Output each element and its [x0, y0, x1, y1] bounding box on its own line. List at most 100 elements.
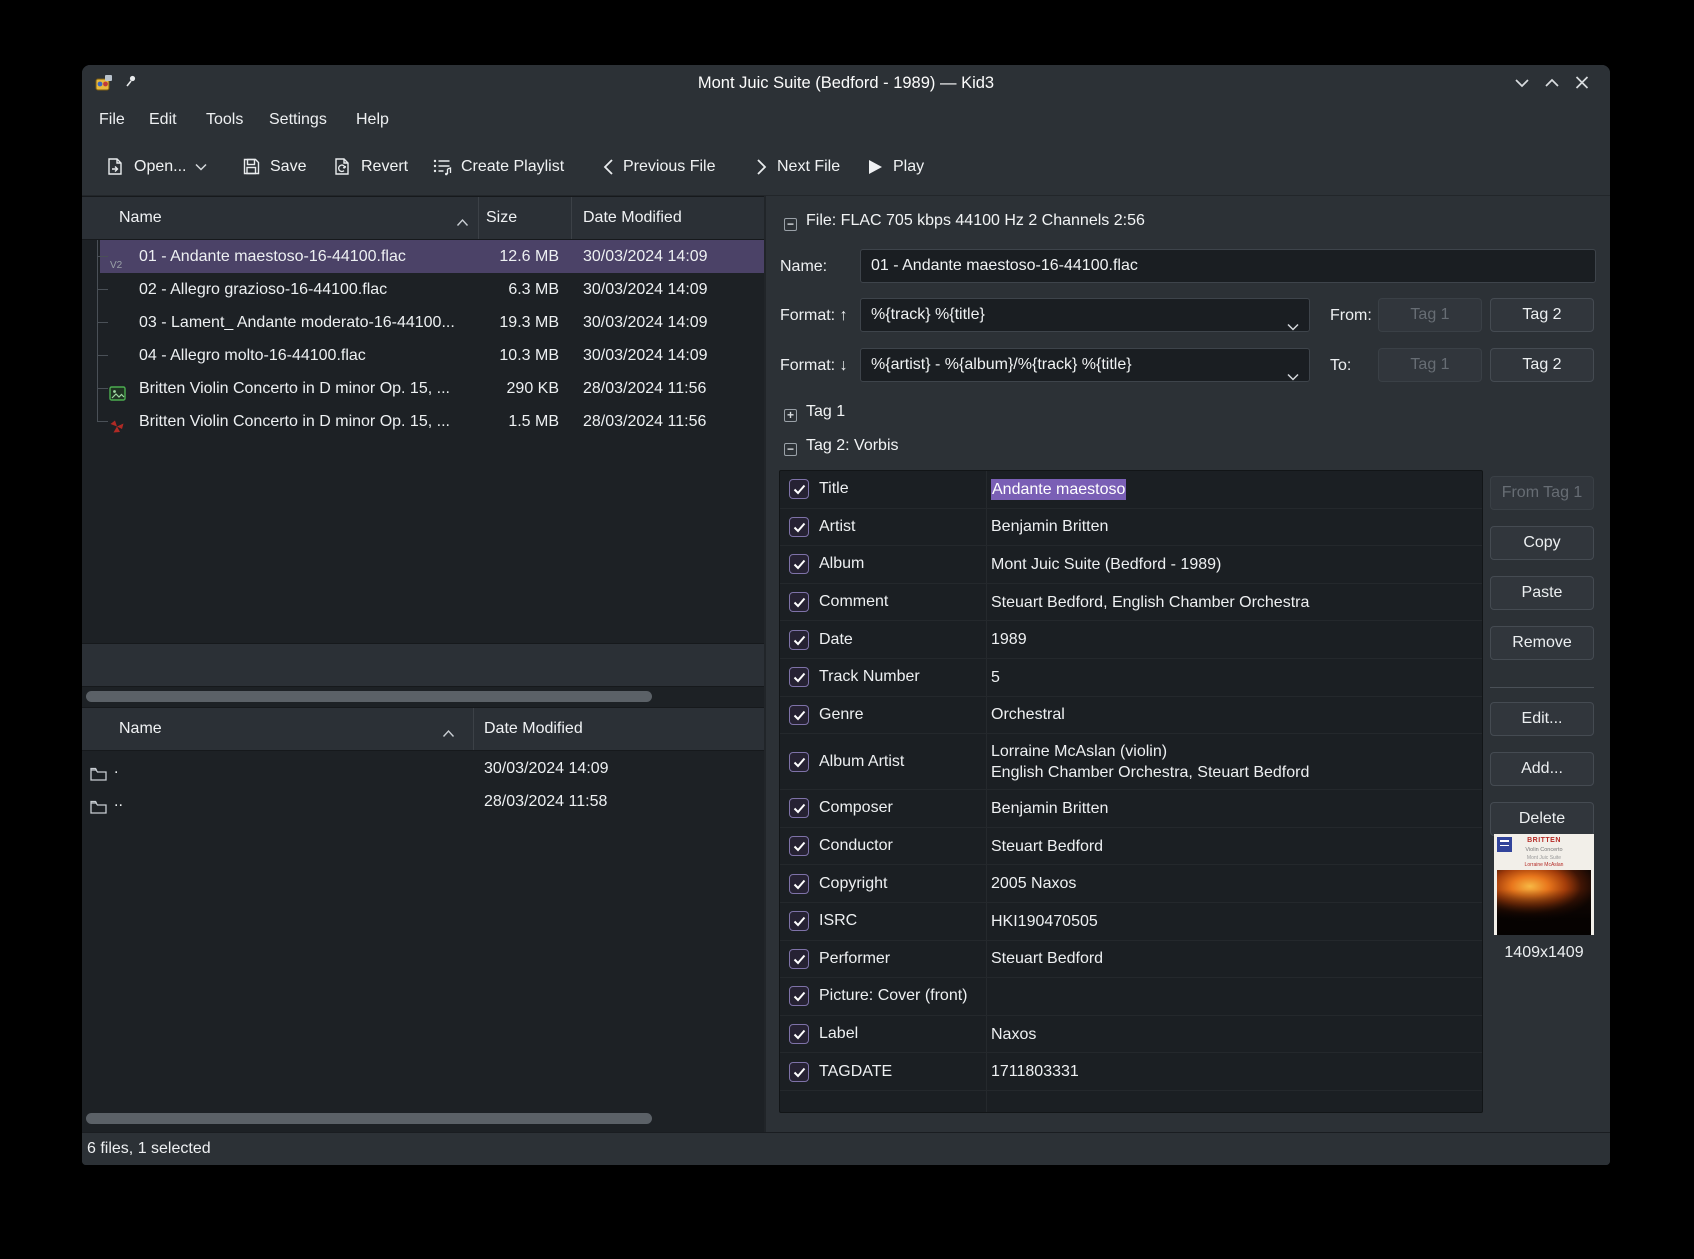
format-down-combo[interactable]: %{artist} - %{album}/%{track} %{title}	[860, 348, 1310, 382]
menu-edit[interactable]: Edit	[147, 101, 179, 138]
filename-input[interactable]: 01 - Andante maestoso-16-44100.flac	[860, 249, 1596, 283]
menu-file[interactable]: File	[97, 101, 127, 138]
close-button[interactable]	[1574, 76, 1590, 90]
field-checkbox[interactable]	[789, 517, 809, 537]
revert-button[interactable]: Revert	[333, 138, 408, 195]
tag-row[interactable]: Track Number5	[780, 659, 1482, 697]
file-list-hscrollbar[interactable]	[82, 689, 764, 704]
menu-tools[interactable]: Tools	[204, 101, 245, 138]
dir-row[interactable]: .30/03/2024 14:09	[82, 752, 764, 785]
field-value[interactable]: 2005 Naxos	[991, 865, 1476, 902]
field-checkbox[interactable]	[789, 798, 809, 818]
field-value[interactable]: Andante maestoso	[991, 471, 1476, 508]
paste-button[interactable]: Paste	[1490, 576, 1594, 610]
dir-column-header-date[interactable]: Date Modified	[484, 708, 583, 752]
file-row[interactable]: 04 - Allegro molto-16-44100.flac10.3 MB3…	[82, 339, 764, 372]
field-checkbox[interactable]	[789, 554, 809, 574]
field-value[interactable]: 1989	[991, 621, 1476, 658]
field-checkbox[interactable]	[789, 836, 809, 856]
album-cover-thumbnail[interactable]: BRITTEN Violin Concerto Mont Juic Suite …	[1494, 834, 1594, 935]
tag-row[interactable]: CommentSteuart Bedford, English Chamber …	[780, 584, 1482, 622]
panel-splitter[interactable]	[764, 196, 766, 1132]
minimize-button[interactable]	[1514, 76, 1530, 90]
to-tag2-button[interactable]: Tag 2	[1490, 348, 1594, 382]
play-button[interactable]: Play	[866, 138, 924, 195]
tag-row[interactable]: Album ArtistLorraine McAslan (violin)Eng…	[780, 734, 1482, 790]
field-checkbox[interactable]	[789, 752, 809, 772]
field-checkbox[interactable]	[789, 874, 809, 894]
menu-help[interactable]: Help	[354, 101, 391, 138]
copy-button[interactable]: Copy	[1490, 526, 1594, 560]
file-row[interactable]: Britten Violin Concerto in D minor Op. 1…	[82, 405, 764, 438]
field-value[interactable]: Mont Juic Suite (Bedford - 1989)	[991, 546, 1476, 583]
tag-row[interactable]: Picture: Cover (front)	[780, 978, 1482, 1016]
field-checkbox[interactable]	[789, 630, 809, 650]
titlebar[interactable]: Mont Juic Suite (Bedford - 1989) — Kid3	[82, 65, 1610, 101]
field-checkbox[interactable]	[789, 592, 809, 612]
from-tag2-button[interactable]: Tag 2	[1490, 298, 1594, 332]
field-checkbox[interactable]	[789, 479, 809, 499]
field-value[interactable]: Benjamin Britten	[991, 509, 1476, 546]
field-value[interactable]: Lorraine McAslan (violin)English Chamber…	[991, 734, 1476, 789]
open-button[interactable]: Open...	[106, 138, 207, 195]
field-value[interactable]: HKI190470505	[991, 903, 1476, 940]
dir-column-header-name[interactable]: Name	[119, 708, 162, 752]
next-file-button[interactable]: Next File	[756, 138, 840, 195]
field-checkbox[interactable]	[789, 1062, 809, 1082]
tag-row[interactable]: ISRCHKI190470505	[780, 903, 1482, 941]
maximize-button[interactable]	[1544, 76, 1560, 90]
edit-button[interactable]: Edit...	[1490, 702, 1594, 736]
column-header-name[interactable]: Name	[119, 197, 162, 241]
previous-file-button[interactable]: Previous File	[602, 138, 715, 195]
create-playlist-button[interactable]: Create Playlist	[432, 138, 564, 195]
field-value[interactable]: Benjamin Britten	[991, 790, 1476, 827]
field-checkbox[interactable]	[789, 986, 809, 1006]
field-value[interactable]: Naxos	[991, 1016, 1476, 1053]
tag-row[interactable]: PerformerSteuart Bedford	[780, 941, 1482, 979]
file-row[interactable]: Britten Violin Concerto in D minor Op. 1…	[82, 372, 764, 405]
add-button[interactable]: Add...	[1490, 752, 1594, 786]
tag-row[interactable]: ArtistBenjamin Britten	[780, 509, 1482, 547]
field-value[interactable]: Steuart Bedford, English Chamber Orchest…	[991, 584, 1476, 621]
tag-row[interactable]: Copyright2005 Naxos	[780, 865, 1482, 903]
to-tag1-button[interactable]: Tag 1	[1378, 348, 1482, 382]
tag2-collapse-icon[interactable]: −	[784, 440, 797, 458]
field-checkbox[interactable]	[789, 705, 809, 725]
tag-row[interactable]: ComposerBenjamin Britten	[780, 790, 1482, 828]
format-up-combo[interactable]: %{track} %{title}	[860, 298, 1310, 332]
field-value[interactable]: Steuart Bedford	[991, 828, 1476, 865]
column-header-date[interactable]: Date Modified	[583, 197, 682, 241]
menu-settings[interactable]: Settings	[267, 101, 329, 138]
file-row[interactable]: 03 - Lament_ Andante moderato-16-44100..…	[82, 306, 764, 339]
field-value[interactable]	[991, 978, 1476, 1015]
tag-row[interactable]: AlbumMont Juic Suite (Bedford - 1989)	[780, 546, 1482, 584]
save-button[interactable]: Save	[242, 138, 306, 195]
dir-row[interactable]: ..28/03/2024 11:58	[82, 785, 764, 818]
tag-row[interactable]: ConductorSteuart Bedford	[780, 828, 1482, 866]
open-dropdown-icon[interactable]	[195, 163, 207, 171]
dir-list-header2[interactable]: Name Date Modified	[82, 707, 764, 751]
dir-list-hscrollbar[interactable]	[82, 1111, 764, 1126]
tag-row[interactable]: TitleAndante maestoso	[780, 471, 1482, 509]
field-value[interactable]: 5	[991, 659, 1476, 696]
field-value[interactable]: Orchestral	[991, 697, 1476, 734]
delete-button[interactable]: Delete	[1490, 802, 1594, 836]
tag-row[interactable]: LabelNaxos	[780, 1016, 1482, 1054]
field-checkbox[interactable]	[789, 911, 809, 931]
tag-row[interactable]: Date1989	[780, 621, 1482, 659]
field-value[interactable]: Steuart Bedford	[991, 941, 1476, 978]
file-row[interactable]: V201 - Andante maestoso-16-44100.flac12.…	[82, 240, 764, 273]
remove-button[interactable]: Remove	[1490, 626, 1594, 660]
file-section-collapse-icon[interactable]: −	[784, 215, 797, 233]
file-row[interactable]: 02 - Allegro grazioso-16-44100.flac6.3 M…	[82, 273, 764, 306]
field-checkbox[interactable]	[789, 949, 809, 969]
tag-row[interactable]: TAGDATE1711803331	[780, 1053, 1482, 1091]
field-checkbox[interactable]	[789, 667, 809, 687]
field-checkbox[interactable]	[789, 1024, 809, 1044]
file-list-header[interactable]: Name Size Date Modified	[82, 196, 764, 240]
from-tag1-button[interactable]: Tag 1	[1378, 298, 1482, 332]
tag-row[interactable]: GenreOrchestral	[780, 697, 1482, 735]
from-tag-1-button[interactable]: From Tag 1	[1490, 476, 1594, 510]
column-header-size[interactable]: Size	[486, 197, 517, 241]
field-value[interactable]: 1711803331	[991, 1053, 1476, 1090]
